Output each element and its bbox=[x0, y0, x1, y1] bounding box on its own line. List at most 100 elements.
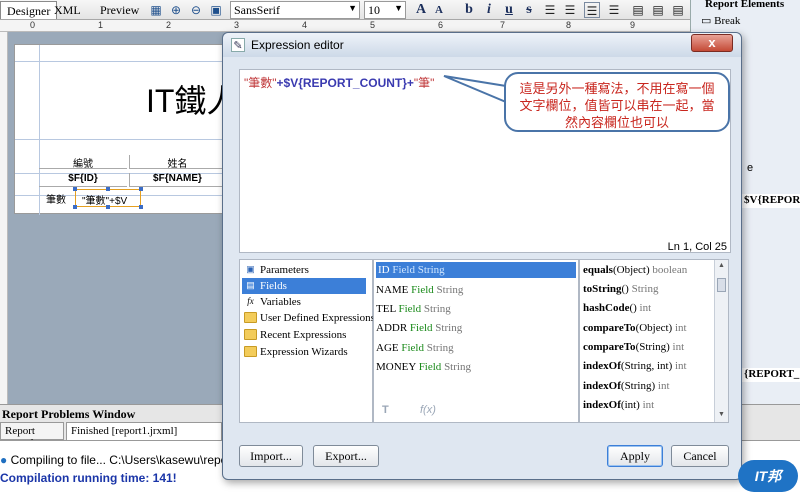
method-return: int bbox=[675, 360, 687, 372]
field-item-name[interactable]: NAME Field String bbox=[376, 282, 463, 298]
scroll-down-icon[interactable]: ▼ bbox=[717, 411, 726, 420]
fields-list: ID Field String NAME Field String TEL Fi… bbox=[373, 259, 579, 423]
report-page[interactable]: 編號 姓名 $F{ID} $F{NAME} 筆數 "筆數"+$V bbox=[14, 44, 225, 215]
close-button[interactable]: x bbox=[691, 34, 733, 52]
bold-button[interactable]: b bbox=[460, 1, 478, 19]
field-name: ADDR bbox=[376, 322, 408, 334]
function-tool-icon[interactable]: f(x) bbox=[420, 404, 436, 416]
method-return: boolean bbox=[652, 264, 688, 276]
detail-field-name[interactable]: $F{NAME} bbox=[129, 173, 225, 187]
method-item[interactable]: equals(Object) boolean bbox=[583, 262, 687, 278]
callout-pointer bbox=[443, 75, 507, 104]
header-cell-name[interactable]: 姓名 bbox=[129, 155, 225, 170]
method-item[interactable]: indexOf(String) int bbox=[583, 378, 670, 394]
ruler-mark: 4 bbox=[302, 20, 308, 30]
valign-middle-icon[interactable]: ▤ bbox=[650, 2, 666, 18]
tree-label: Variables bbox=[260, 296, 301, 308]
tree-label: Parameters bbox=[260, 264, 309, 276]
palette-block-report-count[interactable]: $V{REPORT_ bbox=[742, 194, 800, 208]
field-item-age[interactable]: AGE Field String bbox=[376, 340, 454, 356]
method-name: indexOf bbox=[583, 380, 621, 392]
dialog-titlebar[interactable]: ✎ Expression editor x bbox=[223, 33, 741, 57]
tree-item-user-defined[interactable]: User Defined Expressions bbox=[242, 310, 375, 326]
method-item[interactable]: indexOf(int) int bbox=[583, 397, 654, 413]
align-center-icon[interactable]: ☰ bbox=[562, 2, 578, 18]
tree-item-fields[interactable]: ▤ Fields bbox=[242, 278, 366, 294]
apply-button[interactable]: Apply bbox=[607, 445, 663, 467]
method-return: int bbox=[642, 399, 655, 411]
app-icon: ✎ bbox=[231, 38, 245, 52]
summary-expression-field[interactable]: "筆數"+$V bbox=[73, 187, 143, 209]
dialog-title: Expression editor bbox=[251, 38, 344, 52]
ruler-mark: 9 bbox=[630, 20, 636, 30]
text-tool-icon[interactable]: T bbox=[382, 404, 389, 416]
resize-handle[interactable] bbox=[73, 187, 77, 191]
align-justify-icon[interactable]: ☰ bbox=[584, 2, 600, 18]
underline-button[interactable]: u bbox=[500, 1, 518, 19]
export-button[interactable]: Export... bbox=[313, 445, 379, 467]
font-shrink-button[interactable]: A bbox=[430, 1, 448, 19]
fields-icon: ▤ bbox=[246, 280, 255, 290]
tab-report-console[interactable]: Report console bbox=[0, 422, 64, 449]
tree-item-parameters[interactable]: ▣ Parameters bbox=[242, 262, 309, 278]
expression-string-1: "筆數" bbox=[244, 76, 277, 90]
scroll-thumb[interactable] bbox=[717, 278, 726, 292]
method-item[interactable]: compareTo(String) int bbox=[583, 339, 684, 355]
resize-handle[interactable] bbox=[139, 205, 143, 209]
resize-handle[interactable] bbox=[73, 205, 77, 209]
field-item-tel[interactable]: TEL Field String bbox=[376, 301, 451, 317]
select-icon[interactable]: ▦ bbox=[148, 2, 164, 18]
resize-handle[interactable] bbox=[106, 205, 110, 209]
method-return: int bbox=[639, 302, 652, 314]
scroll-up-icon[interactable]: ▲ bbox=[717, 262, 726, 271]
header-cell-id[interactable]: 編號 bbox=[39, 155, 127, 170]
method-item[interactable]: hashCode() int bbox=[583, 300, 651, 316]
import-button[interactable]: Import... bbox=[239, 445, 303, 467]
valign-bottom-icon[interactable]: ▤ bbox=[670, 2, 686, 18]
field-name: TEL bbox=[376, 303, 396, 315]
valign-top-icon[interactable]: ▤ bbox=[630, 2, 646, 18]
folder-icon bbox=[244, 346, 257, 357]
tree-item-wizards[interactable]: Expression Wizards bbox=[242, 344, 348, 360]
align-right-icon[interactable]: ☰ bbox=[606, 2, 622, 18]
method-args: (String, int) bbox=[620, 360, 673, 372]
field-item-id[interactable]: ID Field String bbox=[376, 262, 576, 278]
summary-label[interactable]: 筆數 bbox=[39, 191, 73, 206]
method-args: (int) bbox=[620, 399, 640, 411]
tab-finished-report[interactable]: Finished [report1.jrxml] bbox=[66, 422, 222, 440]
detail-field-id[interactable]: $F{ID} bbox=[39, 173, 127, 187]
resize-handle[interactable] bbox=[106, 187, 110, 191]
tree-item-break[interactable]: ▭ Break bbox=[691, 10, 800, 27]
palette-icon[interactable]: ▣ bbox=[208, 2, 224, 18]
tree-item-variables[interactable]: fx Variables bbox=[242, 294, 301, 310]
align-left-icon[interactable]: ☰ bbox=[542, 2, 558, 18]
zoom-out-icon[interactable]: ⊖ bbox=[188, 2, 204, 18]
methods-scrollbar[interactable]: ▲ ▼ bbox=[714, 260, 728, 422]
category-tree: ▣ Parameters ▤ Fields fx Variables User Def… bbox=[239, 259, 375, 423]
palette-block-report[interactable]: {REPORT_ bbox=[742, 368, 800, 382]
designer-toolbar: Designer XML Preview ▦ ⊕ ⊖ ▣ SansSerif ▼… bbox=[0, 0, 690, 20]
field-kind: Field bbox=[401, 342, 424, 354]
font-size-combo[interactable]: 10 ▼ bbox=[364, 1, 406, 19]
font-name-combo[interactable]: SansSerif ▼ bbox=[230, 1, 360, 19]
method-item[interactable]: compareTo(Object) int bbox=[583, 320, 687, 336]
font-grow-button[interactable]: A bbox=[412, 1, 430, 19]
field-kind: Field bbox=[392, 264, 415, 276]
band-guide bbox=[15, 61, 225, 62]
cancel-button[interactable]: Cancel bbox=[671, 445, 729, 467]
function-icon: fx bbox=[247, 296, 254, 306]
strike-button[interactable]: s bbox=[520, 1, 538, 19]
tab-xml[interactable]: XML bbox=[48, 1, 87, 19]
method-item[interactable]: toString() String bbox=[583, 281, 658, 297]
tab-preview[interactable]: Preview bbox=[94, 1, 145, 19]
tree-item-recent[interactable]: Recent Expressions bbox=[242, 327, 346, 343]
field-item-money[interactable]: MONEY Field String bbox=[376, 359, 471, 375]
zoom-in-icon[interactable]: ⊕ bbox=[168, 2, 184, 18]
field-item-addr[interactable]: ADDR Field String bbox=[376, 320, 462, 336]
ruler-mark: 8 bbox=[566, 20, 572, 30]
method-item[interactable]: indexOf(String, int) int bbox=[583, 358, 687, 374]
method-args: (Object) bbox=[635, 322, 673, 334]
italic-button[interactable]: i bbox=[480, 1, 498, 19]
resize-handle[interactable] bbox=[139, 187, 143, 191]
field-name: ID bbox=[378, 264, 390, 276]
